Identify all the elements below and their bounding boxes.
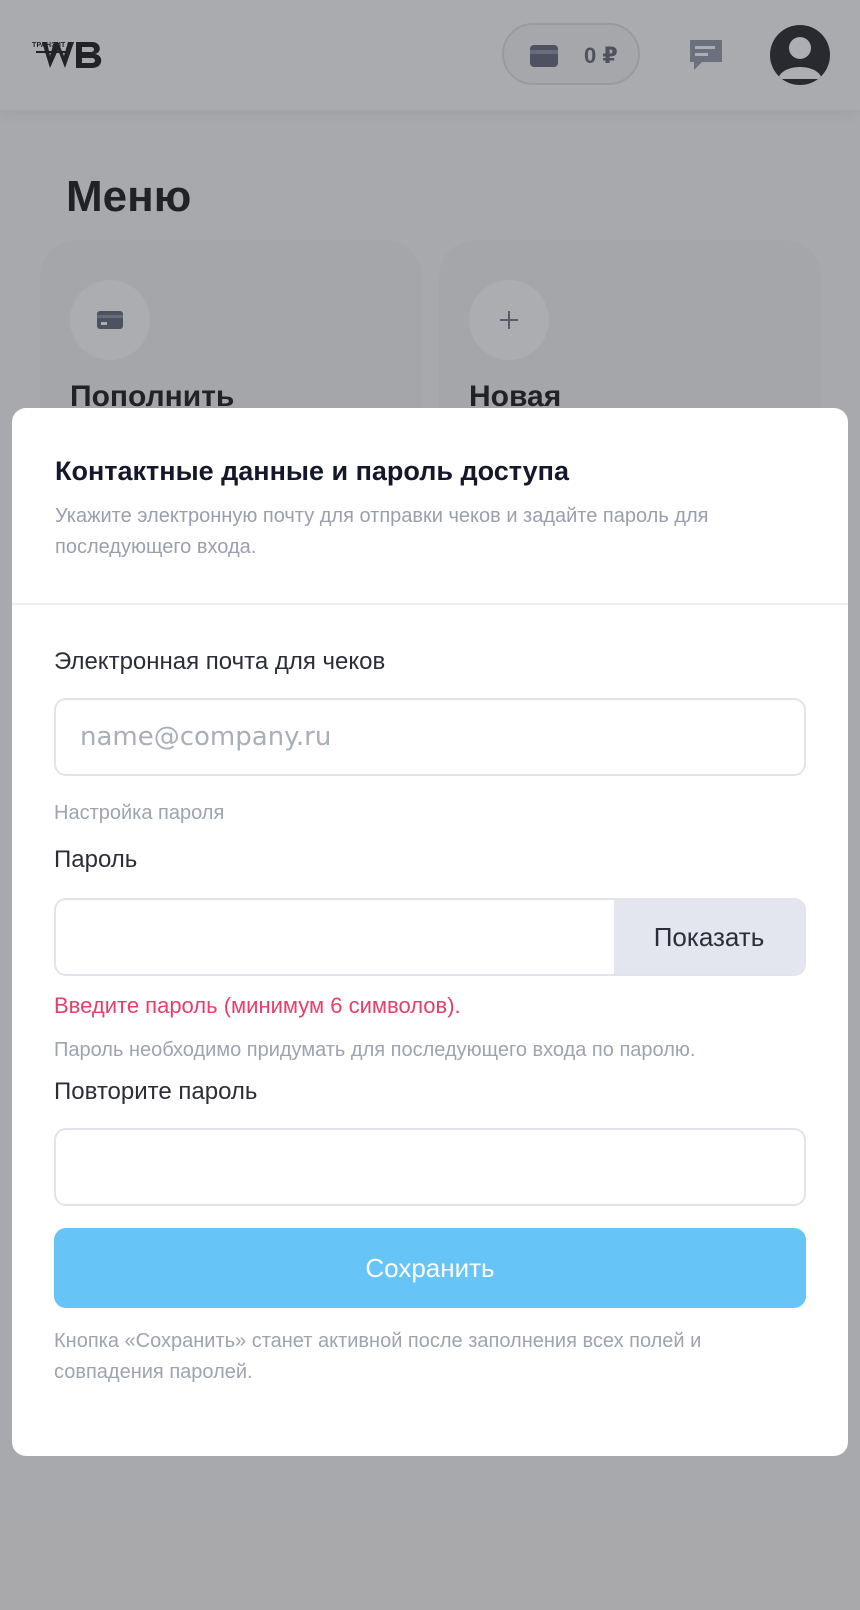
password-error: Введите пароль (минимум 6 символов). bbox=[54, 993, 461, 1018]
password-hint: Пароль необходимо придумать для последую… bbox=[54, 1039, 696, 1061]
repeat-password-field[interactable] bbox=[54, 1128, 806, 1206]
modal-subtitle: Укажите электронную почту для отправки ч… bbox=[55, 505, 709, 558]
modal-title: Контактные данные и пароль доступа bbox=[55, 456, 570, 486]
password-field-group: Показать bbox=[54, 898, 806, 976]
email-field[interactable] bbox=[54, 698, 806, 776]
email-label: Электронная почта для чеков bbox=[54, 648, 386, 675]
contact-password-modal: Контактные данные и пароль доступа Укажи… bbox=[12, 408, 848, 1456]
password-label: Пароль bbox=[54, 846, 138, 873]
show-password-button[interactable]: Показать bbox=[614, 900, 804, 974]
password-section-label: Настройка пароля bbox=[54, 802, 225, 824]
save-button[interactable]: Сохранить bbox=[54, 1228, 806, 1308]
divider bbox=[12, 603, 848, 605]
password-field[interactable] bbox=[56, 900, 616, 974]
repeat-password-label: Повторите пароль bbox=[54, 1078, 258, 1105]
save-footnote: Кнопка «Сохранить» станет активной после… bbox=[54, 1330, 702, 1383]
modal-header: Контактные данные и пароль доступа Укажи… bbox=[12, 408, 848, 604]
